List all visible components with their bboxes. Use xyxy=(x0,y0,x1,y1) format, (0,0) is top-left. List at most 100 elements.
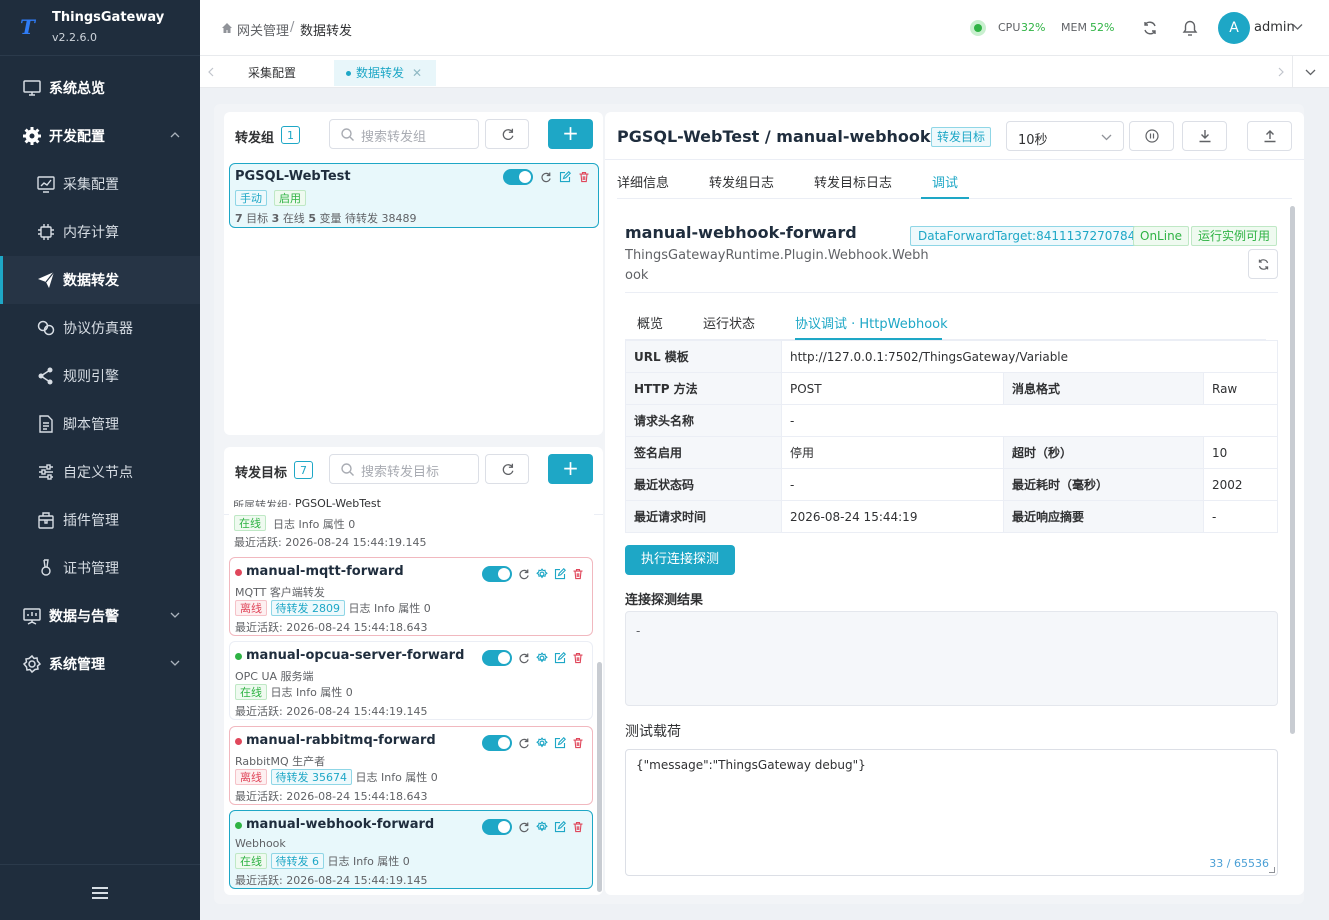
tab-group-log[interactable]: 转发组日志 xyxy=(709,172,774,191)
target-card-partial[interactable]: 在线 日志 Info 属性 0 最近活跃: 2026-08-24 15:44:1… xyxy=(229,507,594,551)
target-name: manual-mqtt-forward xyxy=(246,564,404,579)
refresh-icon[interactable] xyxy=(518,568,530,580)
tag-enabled-text: 启用 xyxy=(274,190,306,206)
sidebar-item-plugin-manage[interactable]: 插件管理 xyxy=(0,496,200,544)
sidebar-item-label: 开发配置 xyxy=(49,129,105,145)
chevron-down-icon xyxy=(170,610,180,620)
username[interactable]: admin xyxy=(1254,20,1295,35)
gear-icon[interactable] xyxy=(536,737,548,749)
probe-button[interactable]: 执行连接探测 xyxy=(625,545,735,575)
delete-icon[interactable] xyxy=(572,737,584,749)
tab-debug[interactable]: 调试 xyxy=(932,172,958,191)
subtab-protocol-debug[interactable]: 协议调试 · HttpWebhook xyxy=(795,313,948,332)
add-target-button[interactable]: + xyxy=(548,454,593,484)
delete-icon[interactable] xyxy=(572,652,584,664)
enable-toggle[interactable] xyxy=(482,735,512,751)
count-badge: 7 xyxy=(294,461,313,479)
tab-details[interactable]: 详细信息 xyxy=(617,172,669,191)
value-cell: Raw xyxy=(1203,372,1278,405)
tab-collect-config[interactable]: 采集配置 xyxy=(234,60,310,86)
refresh-interval-select[interactable]: 10秒 xyxy=(1006,121,1124,151)
target-card[interactable]: manual-opcua-server-forward OPC UA 服务端 在… xyxy=(229,641,593,720)
sidebar-item-data-alarm[interactable]: 数据与告警 xyxy=(0,592,200,640)
delete-icon[interactable] xyxy=(578,171,590,183)
chevron-down-icon[interactable] xyxy=(1292,23,1303,31)
probe-result-label: 连接探测结果 xyxy=(625,593,704,608)
share-icon xyxy=(36,366,56,386)
edit-icon[interactable] xyxy=(554,652,566,664)
refresh-target-button[interactable] xyxy=(1248,249,1278,279)
breadcrumb-root[interactable]: 网关管理 xyxy=(237,20,289,39)
gear-icon[interactable] xyxy=(536,821,548,833)
chevron-left-icon[interactable] xyxy=(208,67,214,77)
delete-icon[interactable] xyxy=(572,821,584,833)
group-card[interactable]: PGSQL-WebTest 手动 启用 7 目标 3 在线 5 变量 待转发 3… xyxy=(229,163,599,228)
sidebar-item-collect-config[interactable]: 采集配置 xyxy=(0,160,200,208)
tab-data-forward[interactable]: 数据转发 ✕ xyxy=(334,60,437,86)
refresh-icon xyxy=(501,462,515,476)
upload-button[interactable] xyxy=(1247,121,1292,151)
sidebar-item-system-manage[interactable]: 系统管理 xyxy=(0,640,200,688)
refresh-icon[interactable] xyxy=(518,821,530,833)
close-icon[interactable]: ✕ xyxy=(412,66,422,80)
sidebar-item-dev-config[interactable]: 开发配置 xyxy=(0,112,200,160)
tab-label: 采集配置 xyxy=(248,66,297,80)
avatar[interactable]: A xyxy=(1218,12,1250,44)
target-card[interactable]: manual-rabbitmq-forward RabbitMQ 生产者 离线 … xyxy=(229,726,593,805)
sidebar-item-protocol-simulator[interactable]: 协议仿真器 xyxy=(0,304,200,352)
add-group-button[interactable]: + xyxy=(548,119,593,149)
pause-button[interactable] xyxy=(1129,121,1174,151)
group-name: PGSQL-WebTest xyxy=(235,169,351,184)
gear-icon[interactable] xyxy=(536,652,548,664)
sidebar-item-label: 自定义节点 xyxy=(63,465,133,481)
edit-icon[interactable] xyxy=(554,568,566,580)
enable-toggle[interactable] xyxy=(503,169,533,185)
refresh-icon[interactable] xyxy=(518,737,530,749)
refresh-icon[interactable] xyxy=(1142,20,1158,36)
enable-toggle[interactable] xyxy=(482,650,512,666)
detail-scrollbar[interactable] xyxy=(1290,206,1295,734)
gear-icon[interactable] xyxy=(536,568,548,580)
edit-icon[interactable] xyxy=(559,171,571,183)
group-search-input[interactable]: 搜索转发组 xyxy=(329,119,479,149)
plugin-name-line2: ook xyxy=(625,268,649,283)
sidebar-item-memory-compute[interactable]: 内存计算 xyxy=(0,208,200,256)
sidebar-item-overview[interactable]: 系统总览 xyxy=(0,64,200,112)
edit-icon[interactable] xyxy=(554,821,566,833)
subtab-overview[interactable]: 概览 xyxy=(637,313,663,332)
page-tabs: 采集配置 数据转发 ✕ xyxy=(200,56,1329,88)
enable-toggle[interactable] xyxy=(482,566,512,582)
enable-toggle[interactable] xyxy=(482,819,512,835)
chevron-down-icon[interactable] xyxy=(1305,69,1316,76)
chevron-down-icon xyxy=(1101,134,1112,141)
target-card-selected[interactable]: manual-webhook-forward Webhook 在线 待转发 6 … xyxy=(229,810,593,889)
tab-target-log[interactable]: 转发目标日志 xyxy=(814,172,892,191)
sidebar-item-cert-manage[interactable]: 证书管理 xyxy=(0,544,200,592)
status-tag: 在线 xyxy=(235,853,267,869)
download-icon xyxy=(1198,129,1212,143)
sidebar-collapse-button[interactable] xyxy=(0,864,200,920)
edit-icon[interactable] xyxy=(554,737,566,749)
target-card[interactable]: manual-mqtt-forward MQTT 客户端转发 离线 待转发 28… xyxy=(229,557,593,636)
sidebar-item-data-forward[interactable]: 数据转发 xyxy=(0,256,200,304)
chevron-right-icon[interactable] xyxy=(1278,67,1284,77)
sidebar-item-script-manage[interactable]: 脚本管理 xyxy=(0,400,200,448)
refresh-icon[interactable] xyxy=(540,171,552,183)
download-button[interactable] xyxy=(1182,121,1227,151)
refresh-icon[interactable] xyxy=(518,652,530,664)
target-desc: Webhook xyxy=(235,837,286,850)
status-dot xyxy=(235,822,242,829)
refresh-groups-button[interactable] xyxy=(485,119,529,149)
bell-icon[interactable] xyxy=(1181,18,1199,37)
sidebar-item-custom-node[interactable]: 自定义节点 xyxy=(0,448,200,496)
delete-icon[interactable] xyxy=(572,568,584,580)
group-stats: 7 目标 3 在线 5 变量 待转发 38489 xyxy=(235,210,416,226)
status-dot xyxy=(235,569,242,576)
targets-scrollbar[interactable] xyxy=(597,662,602,892)
sidebar-item-rule-engine[interactable]: 规则引擎 xyxy=(0,352,200,400)
refresh-targets-button[interactable] xyxy=(485,454,529,484)
subtab-runtime[interactable]: 运行状态 xyxy=(703,313,755,332)
resize-handle[interactable] xyxy=(1269,867,1275,873)
target-search-input[interactable]: 搜索转发目标 xyxy=(329,454,479,484)
payload-textarea[interactable]: {"message":"ThingsGateway debug"} 33 / 6… xyxy=(625,749,1278,876)
